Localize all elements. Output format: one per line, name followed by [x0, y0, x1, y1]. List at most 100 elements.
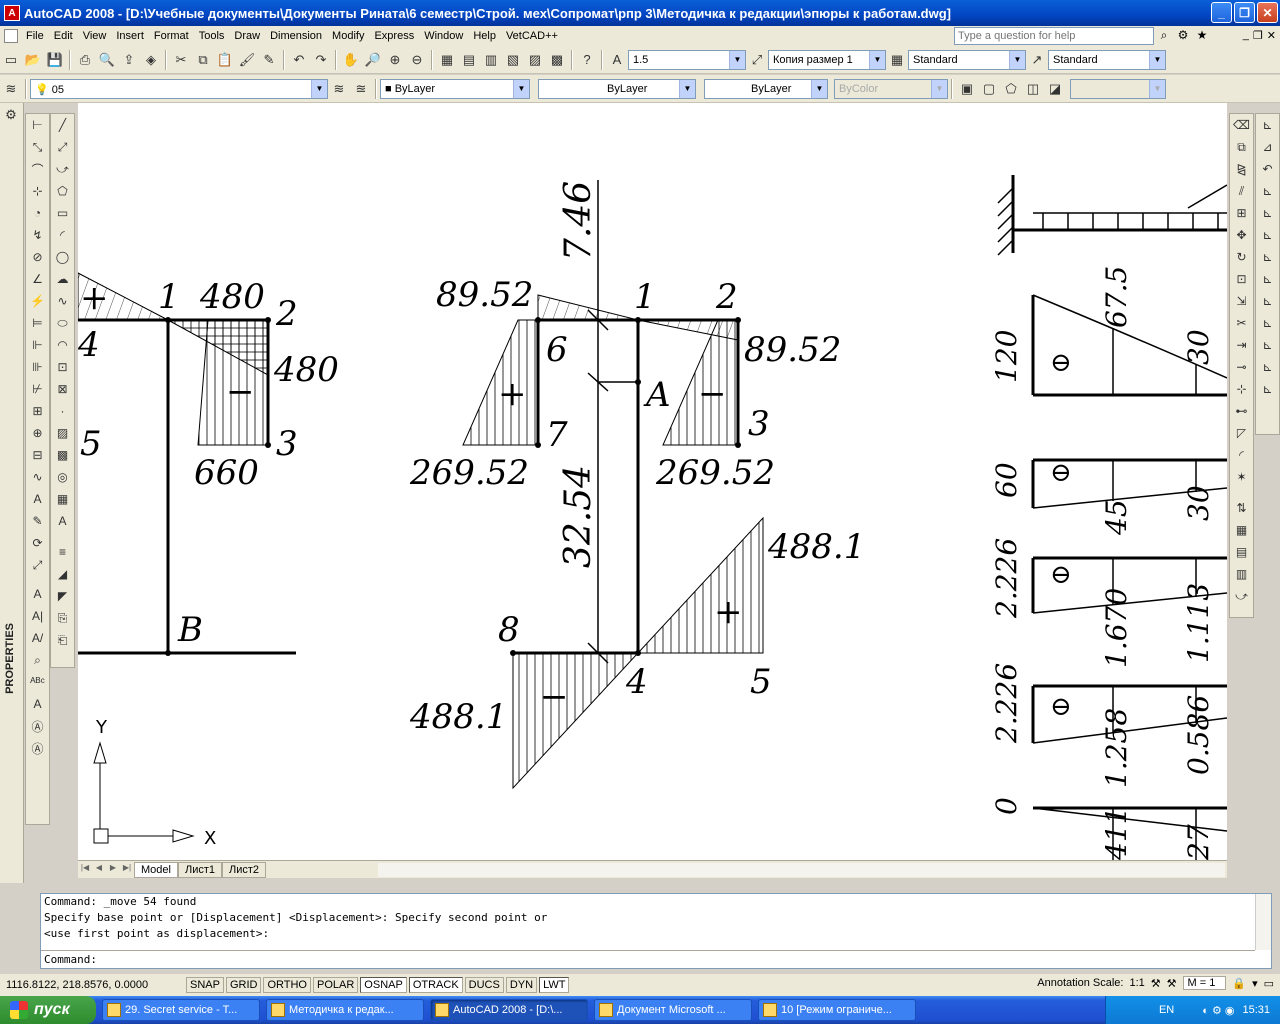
zoom-window-icon[interactable]: ⊕: [385, 50, 405, 70]
polyline-icon[interactable]: ⤻: [53, 159, 73, 179]
restore-button[interactable]: ❐: [1234, 2, 1255, 23]
make-current-layer-icon[interactable]: ≋: [329, 79, 349, 99]
calculator-icon[interactable]: ▩: [547, 50, 567, 70]
spline-icon[interactable]: ∿: [53, 291, 73, 311]
diameter-dimension-icon[interactable]: ⊘: [28, 247, 48, 267]
plot-preview-icon[interactable]: 🔍: [97, 50, 117, 70]
start-button[interactable]: пуск: [0, 996, 96, 1024]
otrack-toggle[interactable]: OTRACK: [408, 977, 463, 993]
dimension-break-icon[interactable]: ⊬: [28, 379, 48, 399]
zoom-realtime-icon[interactable]: 🔎: [363, 50, 383, 70]
text-style-vt-icon[interactable]: A: [28, 694, 48, 714]
open-icon[interactable]: 📂: [23, 50, 43, 70]
taskbar-item-5[interactable]: 10 [Режим ограниче...: [758, 999, 916, 1021]
tab-layout2[interactable]: Лист2: [222, 861, 267, 878]
mtext-icon[interactable]: A: [28, 584, 48, 604]
tray-settings-icon[interactable]: ▾: [1252, 977, 1258, 990]
zoom-previous-icon[interactable]: ⊖: [407, 50, 427, 70]
insert-block-icon[interactable]: ⊡: [53, 357, 73, 377]
make-block-icon[interactable]: ⊠: [53, 379, 73, 399]
menu-help[interactable]: Help: [468, 30, 501, 42]
attribute-edit-icon[interactable]: ▥: [1232, 564, 1252, 584]
taskbar-item-2[interactable]: Методичка к редак...: [266, 999, 424, 1021]
help-icon[interactable]: ?: [577, 50, 597, 70]
communication-center-icon[interactable]: ⚙: [1175, 28, 1191, 44]
first-tab-icon[interactable]: |◀: [78, 863, 92, 877]
revision-cloud-icon[interactable]: ☁: [53, 269, 73, 289]
prev-tab-icon[interactable]: ◀: [92, 863, 106, 877]
angular-dimension-icon[interactable]: ∠: [28, 269, 48, 289]
radius-dimension-icon[interactable]: ◔: [28, 203, 48, 223]
ucs-previous-icon[interactable]: ↶: [1258, 159, 1278, 179]
convert-viewport-icon[interactable]: ◫: [1023, 79, 1043, 99]
ordinate-dimension-icon[interactable]: ⊹: [28, 181, 48, 201]
aligned-dimension-icon[interactable]: ⤡: [28, 137, 48, 157]
hatch-icon[interactable]: ▨: [53, 423, 73, 443]
doc-restore-button[interactable]: ❐: [1253, 29, 1263, 42]
quick-dimension-icon[interactable]: ⚡: [28, 291, 48, 311]
properties-edit-icon[interactable]: ▤: [1232, 542, 1252, 562]
ucs-icon[interactable]: ⊾: [1258, 115, 1278, 135]
ucs-face-icon[interactable]: ⊾: [1258, 181, 1278, 201]
spell-check-icon[interactable]: ᴬᴮᶜ: [28, 672, 48, 692]
layer-iso-icon[interactable]: ⎘: [53, 608, 73, 628]
menu-window[interactable]: Window: [419, 30, 468, 42]
viewport-icon[interactable]: ▣: [957, 79, 977, 99]
circle-icon[interactable]: ◯: [53, 247, 73, 267]
multiline-text-icon[interactable]: A: [53, 511, 73, 531]
osnap-toggle[interactable]: OSNAP: [360, 977, 407, 993]
text-icon[interactable]: A|: [28, 606, 48, 626]
ucs-zaxis-icon[interactable]: ⊾: [1258, 269, 1278, 289]
offset-icon[interactable]: ⫽: [1232, 181, 1252, 201]
find-text-icon[interactable]: ⌕: [28, 650, 48, 670]
dimension-text-edit-icon[interactable]: ✎: [28, 511, 48, 531]
doc-minimize-button[interactable]: _: [1243, 29, 1249, 42]
construction-line-icon[interactable]: ⤢: [53, 137, 73, 157]
explode-icon[interactable]: ✶: [1232, 467, 1252, 487]
multileader-style-combo[interactable]: Standard ▼: [1048, 49, 1166, 70]
paste-icon[interactable]: 📋: [215, 50, 235, 70]
stretch-icon[interactable]: ⇲: [1232, 291, 1252, 311]
region-icon[interactable]: ◎: [53, 467, 73, 487]
table-style-icon[interactable]: ▦: [887, 50, 907, 70]
break-icon[interactable]: ⊹: [1232, 379, 1252, 399]
properties-palette-strip[interactable]: ⚙ PROPERTIES: [0, 103, 24, 883]
ellipse-arc-icon[interactable]: ◠: [53, 335, 73, 355]
menu-view[interactable]: View: [78, 30, 112, 42]
layer-previous-icon[interactable]: ≊: [351, 79, 371, 99]
publish-icon[interactable]: ⇪: [119, 50, 139, 70]
save-icon[interactable]: 💾: [45, 50, 65, 70]
ucs-y-icon[interactable]: ⊾: [1258, 335, 1278, 355]
edit-text-icon[interactable]: A/: [28, 628, 48, 648]
line-icon[interactable]: ╱: [53, 115, 73, 135]
m-value[interactable]: M = 1: [1182, 976, 1227, 990]
scale-icon[interactable]: ⊡: [1232, 269, 1252, 289]
justify-text-icon[interactable]: Ⓐ: [28, 738, 48, 758]
clean-screen-icon[interactable]: ▭: [1264, 977, 1274, 990]
ucs-apply-icon[interactable]: ⊾: [1258, 379, 1278, 399]
last-tab-icon[interactable]: ▶|: [120, 863, 134, 877]
rotate-icon[interactable]: ↻: [1232, 247, 1252, 267]
dyn-toggle[interactable]: DYN: [505, 977, 538, 993]
layer-manager-icon[interactable]: ≋: [1, 79, 21, 99]
favorites-star-icon[interactable]: ★: [1194, 28, 1210, 44]
command-scrollbar[interactable]: [1255, 894, 1271, 950]
copy-icon[interactable]: ⧉: [193, 50, 213, 70]
ucs-3point-icon[interactable]: ⊾: [1258, 291, 1278, 311]
menu-dimension[interactable]: Dimension: [265, 30, 327, 42]
continue-dimension-icon[interactable]: ⊩: [28, 335, 48, 355]
palette-options-icon[interactable]: ⚙: [1, 105, 21, 125]
array-icon[interactable]: ⊞: [1232, 203, 1252, 223]
ucs-origin-icon[interactable]: ⊾: [1258, 247, 1278, 267]
draw-order-icon[interactable]: ⇅: [1232, 498, 1252, 518]
pan-icon[interactable]: ✋: [341, 50, 361, 70]
properties-label[interactable]: PROPERTIES: [4, 623, 18, 694]
dimension-style-vt-icon[interactable]: ⤢: [28, 555, 48, 575]
close-button[interactable]: ✕: [1257, 2, 1278, 23]
hatch-edit-icon[interactable]: ▦: [1232, 520, 1252, 540]
jogged-dimension-icon[interactable]: ↯: [28, 225, 48, 245]
3d-dwf-icon[interactable]: ◈: [141, 50, 161, 70]
menu-insert[interactable]: Insert: [111, 30, 149, 42]
linetype-combo[interactable]: ByLayer ▼: [538, 78, 696, 99]
point-icon[interactable]: ·: [53, 401, 73, 421]
